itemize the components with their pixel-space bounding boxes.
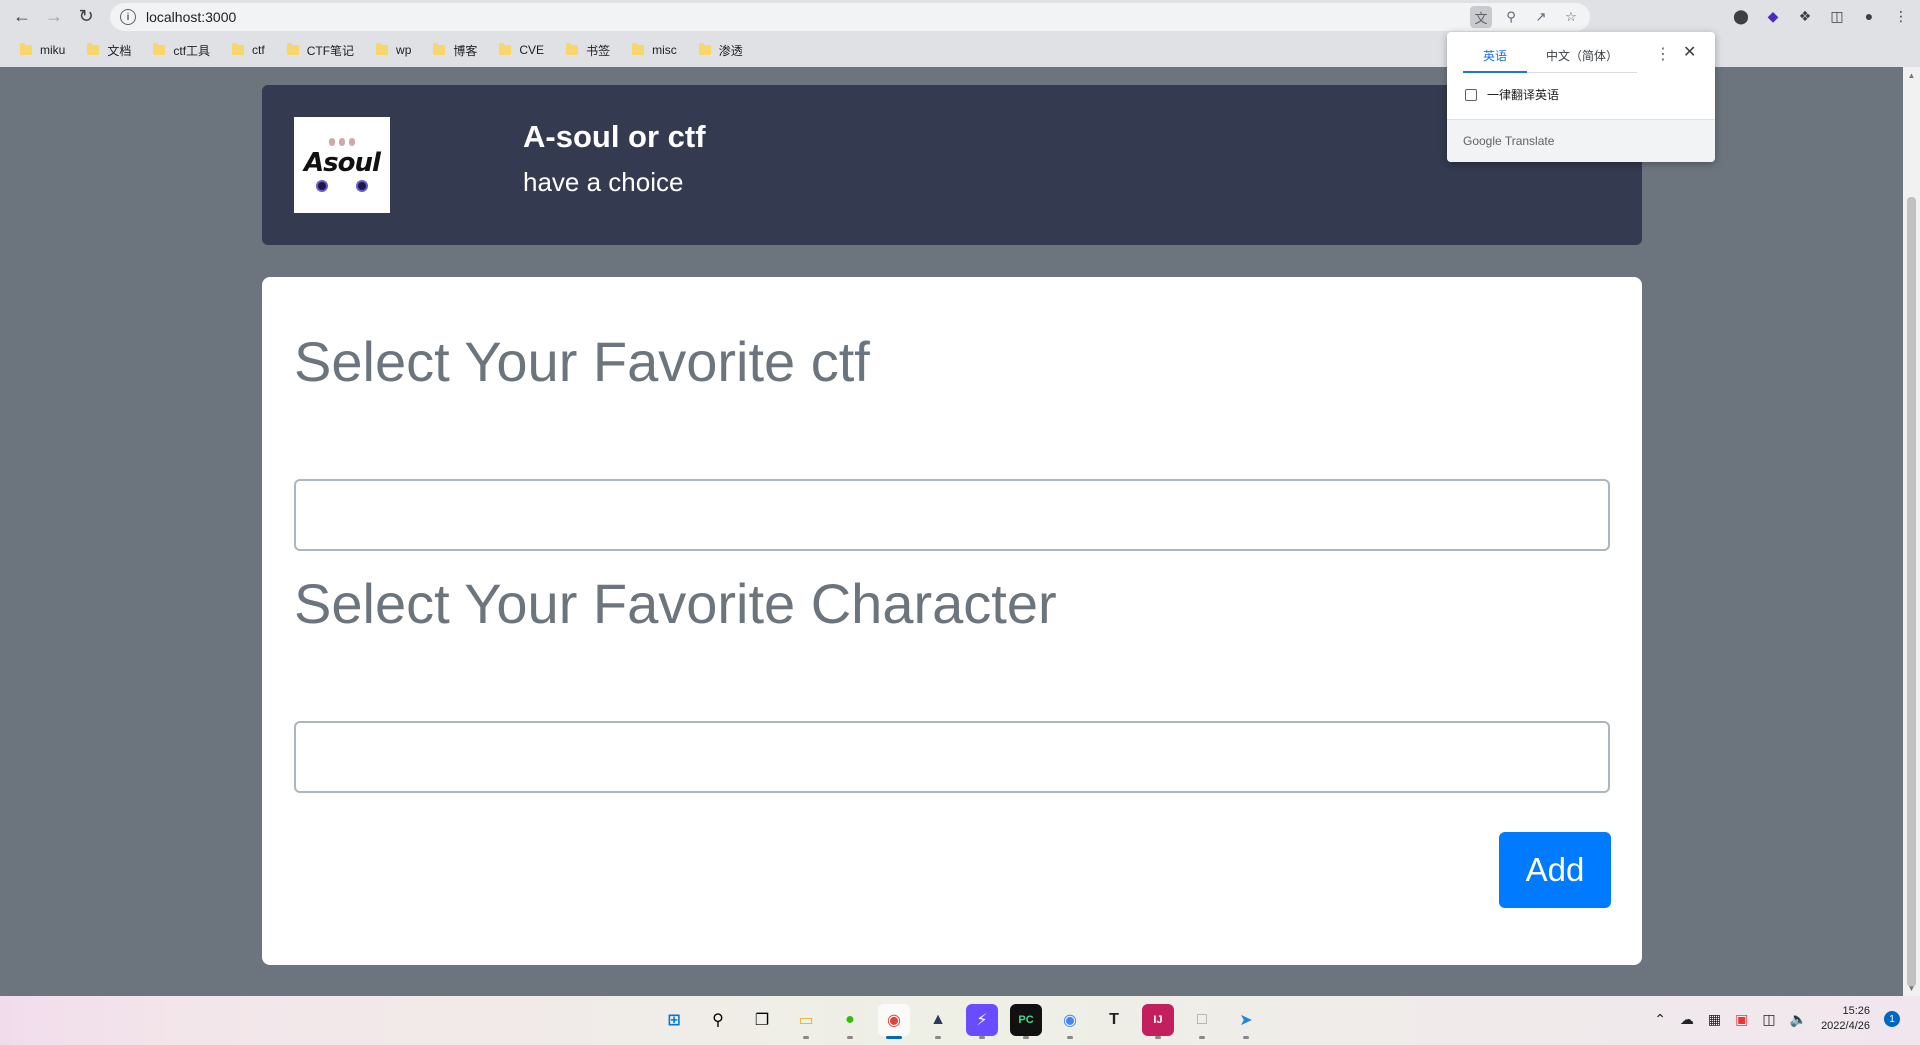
app-lightning-icon[interactable]: ⚡ <box>966 1004 998 1039</box>
folder-icon <box>632 43 645 55</box>
always-translate-label: 一律翻译英语 <box>1487 88 1560 102</box>
chevron-up-icon[interactable]: ⌃ <box>1654 1011 1666 1028</box>
chrome-alt-icon[interactable]: ◉ <box>1054 1004 1086 1039</box>
character-heading: Select Your Favorite Character <box>294 572 1057 635</box>
site-title: A-soul or ctf <box>523 119 706 154</box>
scroll-thumb[interactable] <box>1907 197 1916 987</box>
network-icon[interactable]: ◫ <box>1762 1011 1775 1028</box>
tab-source-language[interactable]: 英语 <box>1463 44 1527 73</box>
zoom-icon[interactable]: ⚲ <box>1500 6 1522 28</box>
close-icon[interactable]: ✕ <box>1683 42 1696 62</box>
ctf-heading: Select Your Favorite ctf <box>294 330 870 393</box>
intellij-icon[interactable]: IJ <box>1142 1004 1174 1039</box>
browser-toolbar: ← → ↻ i localhost:3000 文 ⚲ ↗ ☆ ⬤ ◆ ❖ ◫ ●… <box>0 0 1920 33</box>
folder-icon <box>376 43 389 55</box>
always-translate-checkbox[interactable] <box>1465 88 1477 101</box>
translate-footer: Google Translate <box>1447 119 1715 162</box>
site-subtitle: have a choice <box>523 167 684 197</box>
folder-icon <box>499 43 512 55</box>
clock-date: 2022/4/26 <box>1821 1020 1870 1032</box>
character-input[interactable] <box>294 721 1610 793</box>
add-button[interactable]: Add <box>1499 832 1611 908</box>
bookmark-folder[interactable]: ctf工具 <box>147 38 216 62</box>
site-info-icon[interactable]: i <box>120 9 136 25</box>
bookmark-folder[interactable]: wp <box>370 38 417 62</box>
clock-time: 15:26 <box>1842 1005 1870 1017</box>
system-tray: ⌃ ☁ ▦ ▣ ◫ 🔈 15:26 2022/4/26 1 <box>1654 1004 1900 1034</box>
translate-popup: 英语 中文（简体） ⋮ ✕ 一律翻译英语 Google Translate <box>1447 32 1715 162</box>
translate-language-tabs: 英语 中文（简体） <box>1463 44 1637 73</box>
selection-form: Select Your Favorite ctf Select Your Fav… <box>262 277 1642 965</box>
back-arrow-icon[interactable]: ← <box>6 1 38 33</box>
share-icon[interactable]: ↗ <box>1530 6 1552 28</box>
start-windows-icon[interactable]: ⊞ <box>658 1004 690 1036</box>
bookmark-star-icon[interactable]: ☆ <box>1560 6 1582 28</box>
url-text: localhost:3000 <box>146 9 237 25</box>
bookmark-folder[interactable]: CVE <box>493 38 550 62</box>
menu-kebab-icon[interactable]: ⋮ <box>1890 4 1912 28</box>
more-options-icon[interactable]: ⋮ <box>1655 44 1671 64</box>
site-logo: Asoul <box>294 117 390 213</box>
folder-icon <box>153 43 166 55</box>
logo-text: Asoul <box>304 148 381 178</box>
profile-icon[interactable]: ● <box>1858 4 1880 28</box>
task-view-icon[interactable]: ❐ <box>746 1004 778 1036</box>
logo-wheel-icon <box>316 180 328 192</box>
forward-arrow-icon[interactable]: → <box>38 1 70 33</box>
reload-icon[interactable]: ↻ <box>70 1 102 33</box>
document-icon[interactable]: □ <box>1186 1004 1218 1039</box>
folder-icon <box>232 43 245 55</box>
logo-wheel-icon <box>356 180 368 192</box>
extensions-puzzle-icon[interactable]: ❖ <box>1794 4 1816 28</box>
folder-icon <box>698 43 711 55</box>
scroll-down-icon[interactable]: ▼ <box>1907 984 1916 993</box>
bookmark-folder[interactable]: ctf <box>226 38 271 62</box>
page-viewport: Asoul A-soul or ctf have a choice Select… <box>0 67 1903 996</box>
file-explorer-icon[interactable]: ▭ <box>790 1004 822 1039</box>
folder-icon <box>20 43 32 55</box>
side-panel-icon[interactable]: ◫ <box>1826 4 1848 28</box>
folder-icon <box>87 43 100 55</box>
tray-app-icon[interactable]: ▦ <box>1708 1011 1721 1028</box>
pycharm-icon[interactable]: PC <box>1010 1004 1042 1039</box>
search-icon[interactable]: ⚲ <box>702 1004 734 1036</box>
bookmark-folder[interactable]: 书签 <box>560 38 616 62</box>
onedrive-icon[interactable]: ☁ <box>1680 1011 1694 1028</box>
terminal-icon[interactable]: ▲ <box>922 1004 954 1039</box>
always-translate-option[interactable]: 一律翻译英语 <box>1465 86 1559 103</box>
scroll-up-icon[interactable]: ▲ <box>1907 71 1916 80</box>
tray-security-icon[interactable]: ▣ <box>1735 1011 1748 1028</box>
site-header: Asoul A-soul or ctf have a choice <box>262 85 1642 245</box>
bookmark-folder[interactable]: 博客 <box>427 38 483 62</box>
folder-icon <box>566 43 579 55</box>
volume-icon[interactable]: 🔈 <box>1790 1011 1807 1028</box>
wechat-icon[interactable]: ● <box>834 1004 866 1039</box>
extension-circle-icon[interactable]: ⬤ <box>1730 4 1752 28</box>
clock[interactable]: 15:26 2022/4/26 <box>1821 1004 1870 1034</box>
address-bar[interactable]: i localhost:3000 文 ⚲ ↗ ☆ <box>110 3 1590 31</box>
page-scrollbar[interactable]: ▲ ▼ <box>1903 67 1920 996</box>
chrome-icon[interactable]: ◉ <box>878 1004 910 1039</box>
windows-taskbar: ⊞ ⚲ ❐ ▭ ● ◉ ▲ ⚡ PC ◉ T IJ □ ➤ ⌃ ☁ ▦ ▣ ◫ … <box>0 996 1920 1045</box>
extension-badge-icon[interactable]: ◆ <box>1762 4 1784 28</box>
folder-icon <box>433 43 446 55</box>
app-arrow-icon[interactable]: ➤ <box>1230 1004 1262 1039</box>
bookmark-folder[interactable]: CTF笔记 <box>281 38 360 62</box>
folder-icon <box>286 43 299 55</box>
bookmark-folder[interactable]: miku <box>14 38 71 62</box>
typora-icon[interactable]: T <box>1098 1004 1130 1036</box>
notification-badge[interactable]: 1 <box>1884 1011 1900 1027</box>
tab-target-language[interactable]: 中文（简体） <box>1527 44 1637 73</box>
bookmark-folder[interactable]: misc <box>626 38 683 62</box>
bookmark-folder[interactable]: 文档 <box>81 38 137 62</box>
translate-icon[interactable]: 文 <box>1470 6 1492 28</box>
bookmark-folder[interactable]: 渗透 <box>693 38 749 62</box>
ctf-input[interactable] <box>294 479 1610 551</box>
